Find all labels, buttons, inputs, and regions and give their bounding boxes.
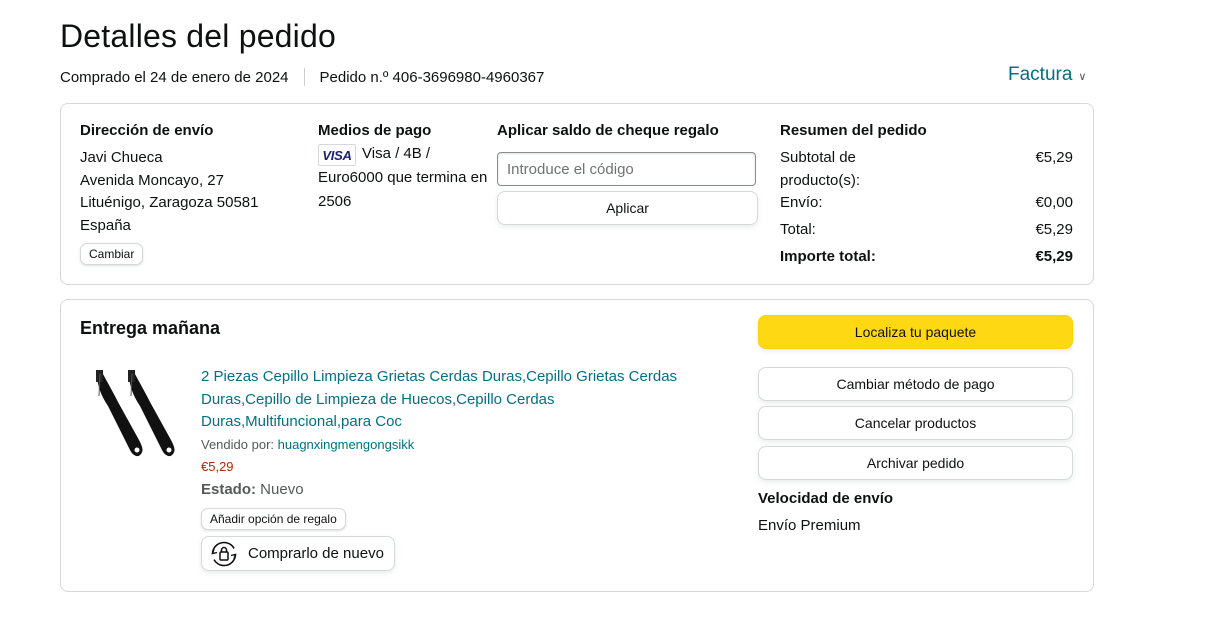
order-meta: Comprado el 24 de enero de 2024 Pedido n… xyxy=(60,68,544,86)
sold-by-label: Vendido por: xyxy=(201,437,278,452)
payment-method-text: Visa / 4B / Euro6000 que termina en 2506 xyxy=(318,145,488,210)
delivery-heading: Entrega mañana xyxy=(80,318,221,338)
track-package-button[interactable]: Localiza tu paquete xyxy=(758,315,1073,349)
status-label: Estado: xyxy=(201,481,257,498)
shipping-cost-value: €0,00 xyxy=(1035,194,1073,211)
address-city: Lituénigo, Zaragoza 50581 xyxy=(80,194,259,211)
invoice-dropdown[interactable]: Factura ∨ xyxy=(1008,64,1086,86)
address-street: Avenida Moncayo, 27 xyxy=(80,172,224,189)
product-image[interactable] xyxy=(90,366,180,470)
payment-heading: Medios de pago xyxy=(318,122,432,139)
shipping-heading: Dirección de envío xyxy=(80,122,214,139)
shipping-speed-heading: Velocidad de envío xyxy=(758,490,894,507)
product-price: €5,29 xyxy=(201,459,234,474)
product-status: Estado: Nuevo xyxy=(201,481,304,498)
shipping-speed-value: Envío Premium xyxy=(758,517,861,534)
grand-total-value: €5,29 xyxy=(1035,248,1073,265)
buy-again-button[interactable]: Comprarlo de nuevo xyxy=(201,536,395,571)
subtotal-value: €5,29 xyxy=(1035,149,1073,166)
gift-option-button[interactable]: Añadir opción de regalo xyxy=(201,508,346,530)
shipping-cost-label: Envío: xyxy=(780,194,823,211)
page-title: Detalles del pedido xyxy=(60,18,336,54)
change-payment-button[interactable]: Cambiar método de pago xyxy=(758,367,1073,401)
gift-code-input[interactable] xyxy=(497,152,756,186)
buy-again-icon xyxy=(211,541,237,566)
subtotal-label: Subtotal de producto(s): xyxy=(780,149,861,189)
buy-again-label: Comprarlo de nuevo xyxy=(248,545,384,562)
total-value: €5,29 xyxy=(1035,221,1073,238)
total-label: Total: xyxy=(780,221,816,238)
seller-link[interactable]: huagnxingmengongsikk xyxy=(278,437,415,452)
invoice-label: Factura xyxy=(1008,64,1073,85)
divider xyxy=(303,68,305,86)
grand-total-label: Importe total: xyxy=(780,248,876,265)
summary-heading: Resumen del pedido xyxy=(780,122,927,139)
gift-heading: Aplicar saldo de cheque regalo xyxy=(497,122,719,139)
order-number: Pedido n.º 406-3696980-4960367 xyxy=(319,68,545,86)
chevron-down-icon: ∨ xyxy=(1078,71,1087,83)
sold-by: Vendido por: huagnxingmengongsikk xyxy=(201,437,414,452)
status-value: Nuevo xyxy=(256,481,304,498)
address-country: España xyxy=(80,217,131,234)
change-address-button[interactable]: Cambiar xyxy=(80,243,144,265)
address-name: Javi Chueca xyxy=(80,149,163,166)
cancel-items-button[interactable]: Cancelar productos xyxy=(758,406,1073,440)
product-title-link[interactable]: 2 Piezas Cepillo Limpieza Grietas Cerdas… xyxy=(201,366,711,434)
apply-gift-button[interactable]: Aplicar xyxy=(497,191,758,225)
purchase-date: Comprado el 24 de enero de 2024 xyxy=(60,68,289,86)
archive-order-button[interactable]: Archivar pedido xyxy=(758,446,1073,480)
